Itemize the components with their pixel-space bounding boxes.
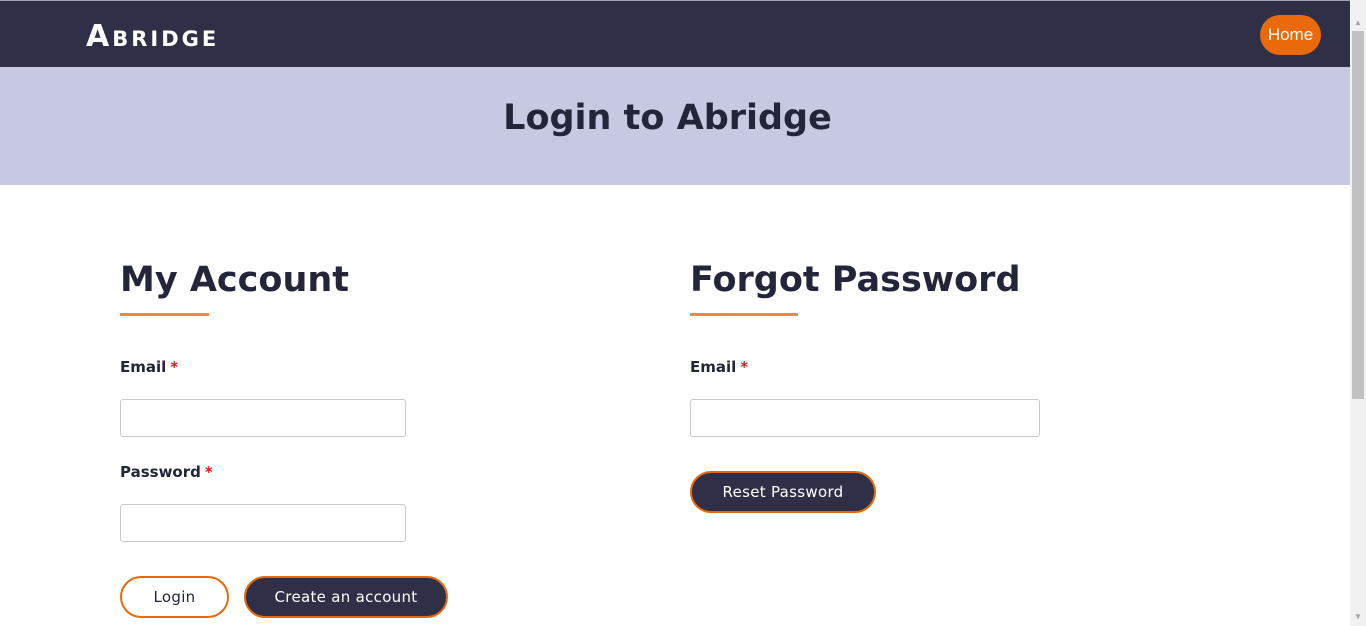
page-title: Login to Abridge	[503, 98, 832, 138]
login-password-label: Password *	[120, 463, 213, 481]
login-email-input[interactable]	[120, 399, 406, 437]
create-account-button[interactable]: Create an account	[244, 576, 448, 618]
my-account-title: My Account	[120, 260, 350, 300]
reset-email-label: Email *	[690, 358, 748, 376]
home-button[interactable]: Home	[1260, 15, 1321, 55]
required-mark: *	[170, 358, 179, 376]
reset-email-label-text: Email	[690, 358, 737, 376]
login-password-label-text: Password	[120, 463, 201, 481]
forgot-password-title: Forgot Password	[690, 260, 1021, 300]
scroll-up-arrow-icon[interactable]: ▲	[1350, 14, 1366, 30]
scroll-thumb[interactable]	[1352, 31, 1364, 399]
reset-email-input[interactable]	[690, 399, 1040, 437]
login-email-label: Email *	[120, 358, 178, 376]
login-button[interactable]: Login	[120, 576, 229, 618]
page: Abridge Home Login to Abridge My Account…	[0, 0, 1366, 626]
hero-banner: Login to Abridge	[0, 67, 1350, 185]
required-mark: *	[204, 463, 213, 481]
login-email-label-text: Email	[120, 358, 167, 376]
site-logo[interactable]: Abridge	[86, 18, 219, 56]
reset-password-button[interactable]: Reset Password	[690, 471, 876, 513]
required-mark: *	[740, 358, 749, 376]
scroll-down-arrow-icon[interactable]: ▼	[1350, 608, 1366, 624]
my-account-underline	[120, 313, 209, 316]
top-navbar: Abridge Home	[0, 0, 1350, 67]
forgot-password-underline	[690, 313, 798, 316]
login-password-input[interactable]	[120, 504, 406, 542]
page-scrollbar[interactable]: ▲ ▼	[1350, 0, 1366, 626]
